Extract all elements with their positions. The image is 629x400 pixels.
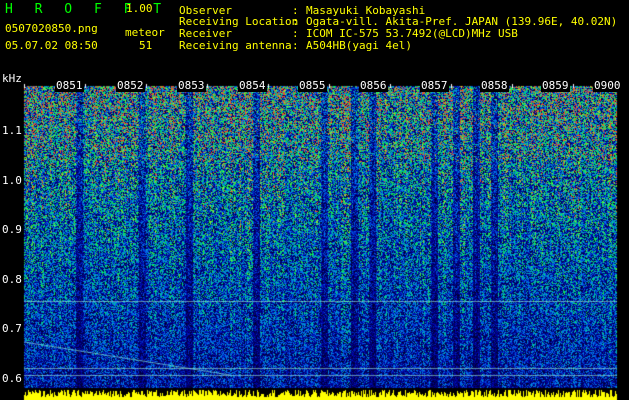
y-tick-1-1: 1.1 bbox=[2, 124, 22, 137]
mode-label: meteor bbox=[125, 26, 165, 39]
image-filename: 0507020850.png bbox=[5, 22, 98, 35]
antenna-value: A504HB(yagi 4el) bbox=[306, 39, 412, 52]
x-tick-0857: 0857 bbox=[420, 79, 449, 92]
y-axis-unit: kHz bbox=[2, 72, 22, 85]
x-tick-0851: 0851 bbox=[55, 79, 84, 92]
y-tick-0-9: 0.9 bbox=[2, 223, 22, 236]
antenna-label: Receiving antenna bbox=[179, 39, 292, 52]
x-tick-0852: 0852 bbox=[116, 79, 145, 92]
x-tick-0855: 0855 bbox=[298, 79, 327, 92]
antenna-separator: : bbox=[292, 39, 299, 52]
x-tick-0858: 0858 bbox=[480, 79, 509, 92]
y-tick-0-6: 0.6 bbox=[2, 372, 22, 385]
app-version: 1.00 bbox=[126, 2, 153, 15]
meteor-count: 51 bbox=[139, 39, 153, 52]
y-tick-0-7: 0.7 bbox=[2, 322, 22, 335]
x-tick-0854: 0854 bbox=[238, 79, 267, 92]
x-tick-0853: 0853 bbox=[177, 79, 206, 92]
capture-datetime: 05.07.02 08:50 bbox=[5, 39, 98, 52]
y-tick-0-8: 0.8 bbox=[2, 273, 22, 286]
y-tick-1-0: 1.0 bbox=[2, 174, 22, 187]
x-tick-0900: 0900 bbox=[593, 79, 622, 92]
x-tick-0856: 0856 bbox=[359, 79, 388, 92]
spectrogram-canvas bbox=[0, 0, 629, 400]
x-tick-0859: 0859 bbox=[541, 79, 570, 92]
